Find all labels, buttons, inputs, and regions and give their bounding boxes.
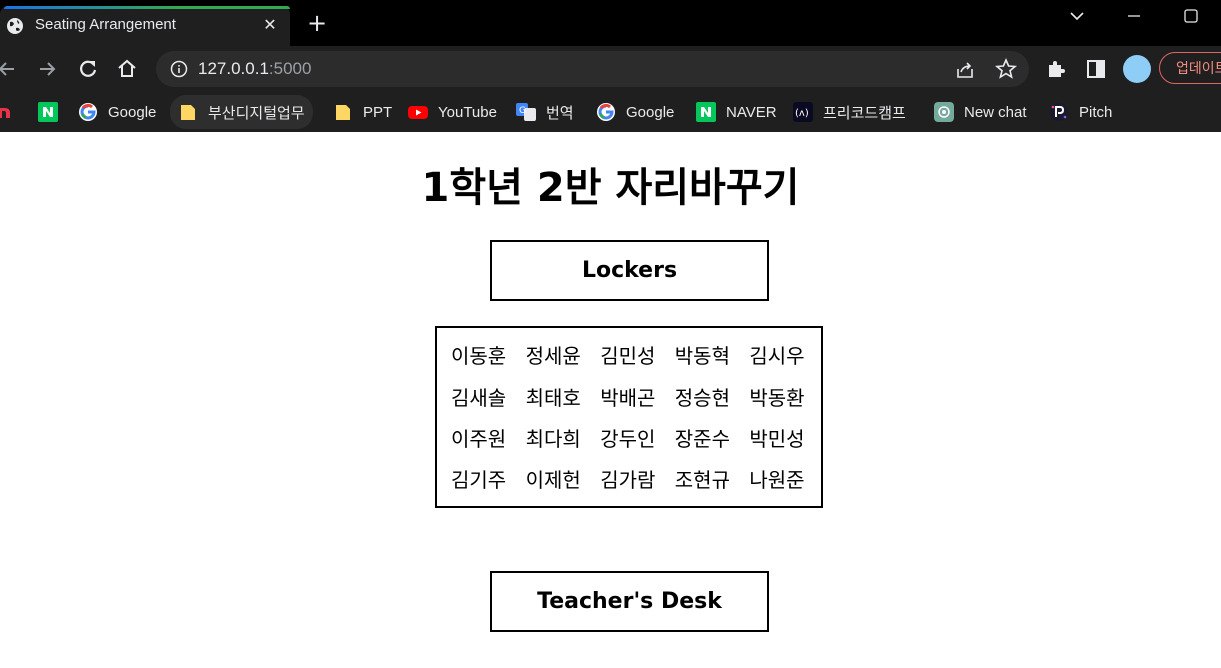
- seat-row: 이주원 최다희 강두인 장준수 박민성: [451, 418, 824, 460]
- bookmark-translate[interactable]: G 번역: [516, 92, 574, 132]
- extensions-puzzle-icon[interactable]: [1043, 56, 1069, 82]
- seat-row: 이동훈 정세윤 김민성 박동혁 김시우: [451, 335, 824, 377]
- svg-text:G: G: [519, 106, 526, 116]
- new-tab-button[interactable]: +: [305, 11, 329, 36]
- tab-title: Seating Arrangement: [35, 16, 176, 33]
- lockers-box: Lockers: [490, 240, 769, 301]
- seat-row: 김기주 이제헌 김가람 조현규 나원준: [451, 459, 824, 501]
- tab-close-icon[interactable]: ✕: [261, 14, 279, 36]
- bookmark-freecodecamp[interactable]: (ʌ) 프리코드캠프: [793, 92, 906, 132]
- naver-icon: [38, 102, 58, 122]
- bookmark-label: Google: [108, 103, 157, 121]
- seat: 김가람: [600, 468, 656, 492]
- seat: 김새솔: [451, 386, 507, 410]
- google-icon: [78, 102, 98, 122]
- globe-icon: [7, 18, 23, 34]
- seat: 강두인: [600, 427, 656, 451]
- profile-avatar[interactable]: [1123, 55, 1151, 83]
- bookmark-label: NAVER: [726, 103, 777, 121]
- bookmark-label: 프리코드캠프: [823, 104, 906, 122]
- tab-loading-accent: [4, 6, 290, 9]
- bookmark-naver-n[interactable]: [38, 92, 68, 132]
- reload-icon[interactable]: [75, 56, 101, 82]
- back-arrow-icon[interactable]: [0, 56, 20, 82]
- svg-text:(ʌ): (ʌ): [795, 108, 809, 119]
- seat: 박동혁: [674, 344, 730, 368]
- bookmark-label: 부산디지털업무: [208, 104, 305, 122]
- side-panel-icon[interactable]: [1083, 56, 1109, 82]
- maximize-icon[interactable]: [1178, 6, 1204, 26]
- browser-toolbar: 127.0.0.1:5000 업데이트: [0, 46, 1221, 92]
- teacher-desk-box: Teacher's Desk: [490, 571, 769, 632]
- bookmark-label: Pitch: [1079, 103, 1113, 121]
- page-title: 1학년 2반 자리바꾸기: [421, 165, 800, 211]
- seat: 장준수: [674, 427, 730, 451]
- seat: 박배곤: [600, 386, 656, 410]
- seat: 조현규: [674, 468, 730, 492]
- bookmark-label: Google: [626, 103, 675, 121]
- pitch-icon: [1049, 102, 1069, 122]
- freecodecamp-icon: (ʌ): [793, 102, 813, 122]
- seat: 김민성: [600, 344, 656, 368]
- seat: 나원준: [749, 468, 805, 492]
- bookmark-label: New chat: [964, 103, 1027, 121]
- update-button[interactable]: 업데이트: [1159, 52, 1221, 84]
- forward-arrow-icon[interactable]: [34, 56, 60, 82]
- seat: 이제헌: [525, 468, 581, 492]
- tab-strip: Seating Arrangement ✕ +: [0, 0, 1221, 46]
- bookmark-label: PPT: [363, 103, 393, 121]
- seat: 최태호: [525, 386, 581, 410]
- url-host: 127.0.0.1: [198, 59, 269, 78]
- bookmark-new-chat[interactable]: New chat: [934, 92, 1027, 132]
- folder-icon: [333, 102, 353, 122]
- url-text[interactable]: 127.0.0.1:5000: [198, 59, 311, 79]
- bookmark-naver[interactable]: NAVER: [696, 92, 777, 132]
- seat-row: 김새솔 최태호 박배곤 정승현 박동환: [451, 377, 824, 419]
- seat-grid: 이동훈 정세윤 김민성 박동혁 김시우 김새솔 최태호 박배곤 정승현 박동환 …: [435, 326, 823, 508]
- bookmark-google-1[interactable]: Google: [78, 92, 156, 132]
- bookmark-youtube[interactable]: YouTube: [408, 92, 497, 132]
- seat: 김기주: [451, 468, 507, 492]
- bookmark-label: 번역: [546, 104, 574, 122]
- tab-active[interactable]: Seating Arrangement ✕: [0, 6, 290, 46]
- share-icon[interactable]: [954, 59, 976, 81]
- minimize-icon[interactable]: [1121, 6, 1147, 26]
- seat: 박민성: [749, 427, 805, 451]
- seat: 박동환: [749, 386, 805, 410]
- bookmark-folder-busan[interactable]: 부산디지털업무: [170, 95, 313, 129]
- url-port: :5000: [268, 59, 312, 78]
- address-bar[interactable]: 127.0.0.1:5000: [156, 51, 1029, 87]
- seat: 최다희: [525, 427, 581, 451]
- naver-icon: [696, 102, 716, 122]
- bookmark-partial-n[interactable]: [0, 92, 26, 132]
- seat: 정승현: [674, 386, 730, 410]
- seat: 정세윤: [525, 344, 581, 368]
- folder-icon: [178, 102, 198, 122]
- tab-search-chevron-icon[interactable]: [1064, 6, 1090, 26]
- seat: 이주원: [451, 427, 507, 451]
- seat: 김시우: [749, 344, 805, 368]
- home-icon[interactable]: [114, 56, 140, 82]
- youtube-icon: [408, 102, 428, 122]
- chatgpt-icon: [934, 102, 954, 122]
- bookmark-label: YouTube: [438, 103, 497, 121]
- bookmark-folder-ppt[interactable]: PPT: [333, 92, 392, 132]
- site-info-icon[interactable]: [170, 60, 188, 78]
- translate-icon: G: [516, 102, 536, 122]
- n-logo-icon: [0, 102, 16, 122]
- bookmark-star-icon[interactable]: [994, 57, 1018, 81]
- seat: 이동훈: [451, 344, 507, 368]
- bookmark-pitch[interactable]: Pitch: [1049, 92, 1112, 132]
- bookmark-google-2[interactable]: Google: [596, 92, 674, 132]
- bookmarks-bar: Google 부산디지털업무 PPT YouTube G 번역 Google N…: [0, 92, 1221, 132]
- google-icon: [596, 102, 616, 122]
